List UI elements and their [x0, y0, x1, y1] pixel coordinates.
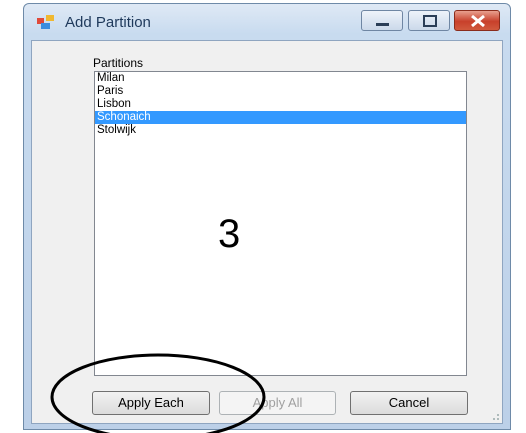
highlight-circle-annotation [50, 353, 266, 433]
